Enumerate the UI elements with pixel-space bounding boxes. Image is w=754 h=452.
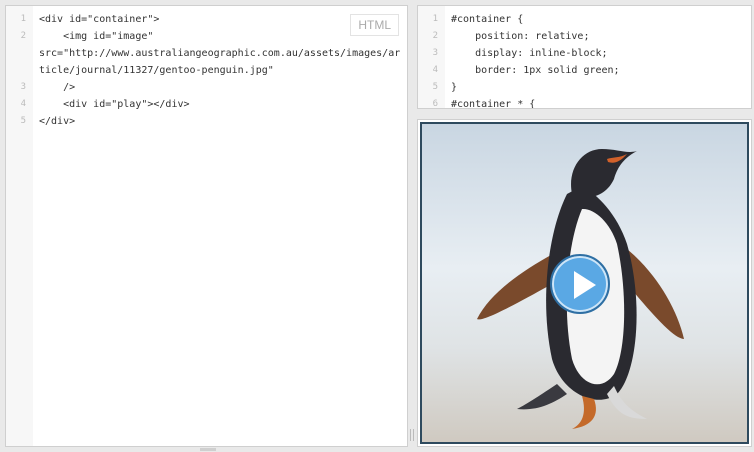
result-preview-pane	[417, 119, 752, 447]
line-number: 1	[432, 14, 438, 24]
code-line[interactable]: 1 #container {	[418, 11, 751, 28]
bottom-resize-handle[interactable]	[200, 448, 216, 451]
line-number: 6	[432, 99, 438, 109]
code-text: </div>	[39, 116, 76, 127]
container	[420, 122, 749, 444]
line-number: 4	[432, 65, 438, 75]
code-line[interactable]: 3 />	[6, 79, 407, 96]
css-code[interactable]: 1 #container { 2 position: relative; 3 di…	[418, 11, 751, 109]
line-number: 5	[432, 82, 438, 92]
code-line[interactable]: 5 </div>	[6, 113, 407, 130]
code-text: />	[39, 82, 76, 93]
line-number: 1	[20, 14, 26, 24]
code-text: ticle/journal/11327/gentoo-penguin.jpg"	[39, 65, 274, 76]
css-editor-pane[interactable]: 1 #container { 2 position: relative; 3 di…	[417, 5, 752, 109]
line-number: 4	[20, 99, 26, 109]
code-line[interactable]: 3 display: inline-block;	[418, 45, 751, 62]
code-text: #container {	[451, 14, 524, 25]
play-button[interactable]	[550, 254, 610, 314]
code-text: position: relative;	[451, 31, 590, 42]
code-line[interactable]: 1 <div id="container">	[6, 11, 407, 28]
line-number: 5	[20, 116, 26, 126]
html-code[interactable]: 1 <div id="container"> 2 <img id="image" …	[6, 11, 407, 130]
code-text: src="http://www.australiangeographic.com…	[39, 48, 401, 59]
code-text: <div id="play"></div>	[39, 99, 190, 110]
code-text: <img id="image"	[39, 31, 154, 42]
code-line[interactable]: 6 #container * {	[418, 96, 751, 109]
line-number: 3	[20, 82, 26, 92]
code-line[interactable]: 5}	[418, 79, 751, 96]
code-text: display: inline-block;	[451, 48, 608, 59]
language-badge: HTML	[350, 14, 399, 36]
pane-resize-handle[interactable]	[409, 426, 415, 444]
code-line[interactable]: 4 <div id="play"></div>	[6, 96, 407, 113]
line-number: 2	[20, 31, 26, 41]
code-text: border: 1px solid green;	[451, 65, 620, 76]
line-number: 2	[432, 31, 438, 41]
code-line[interactable]: 4 border: 1px solid green;	[418, 62, 751, 79]
code-line[interactable]: 2 <img id="image"	[6, 28, 407, 45]
html-editor-pane[interactable]: 1 <div id="container"> 2 <img id="image" …	[5, 5, 408, 447]
line-number: 3	[432, 48, 438, 58]
code-line[interactable]: 2 position: relative;	[418, 28, 751, 45]
code-text: <div id="container">	[39, 14, 160, 25]
code-line[interactable]: src="http://www.australiangeographic.com…	[6, 45, 407, 62]
code-text: #container * {	[451, 99, 536, 109]
code-text: }	[451, 82, 458, 93]
code-line[interactable]: ticle/journal/11327/gentoo-penguin.jpg"	[6, 62, 407, 79]
